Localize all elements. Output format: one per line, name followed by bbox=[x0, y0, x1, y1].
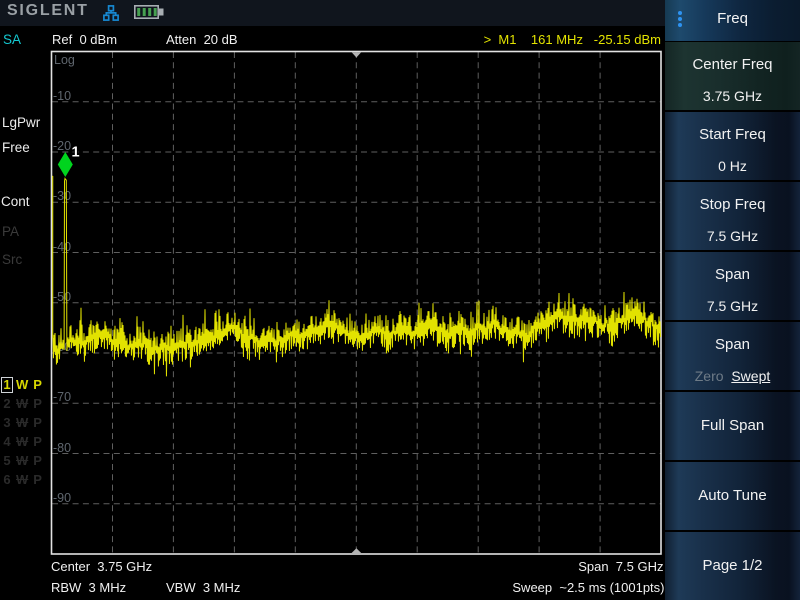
svg-text:Log: Log bbox=[54, 53, 75, 67]
svg-text:-80: -80 bbox=[53, 441, 71, 455]
svg-text:-70: -70 bbox=[53, 390, 71, 404]
svg-text:-40: -40 bbox=[53, 240, 71, 254]
svg-text:-90: -90 bbox=[53, 491, 71, 505]
svg-text:1: 1 bbox=[72, 145, 80, 161]
svg-text:-20: -20 bbox=[53, 139, 71, 153]
svg-text:-30: -30 bbox=[53, 189, 71, 203]
svg-text:-50: -50 bbox=[53, 290, 71, 304]
svg-text:-10: -10 bbox=[53, 89, 71, 103]
